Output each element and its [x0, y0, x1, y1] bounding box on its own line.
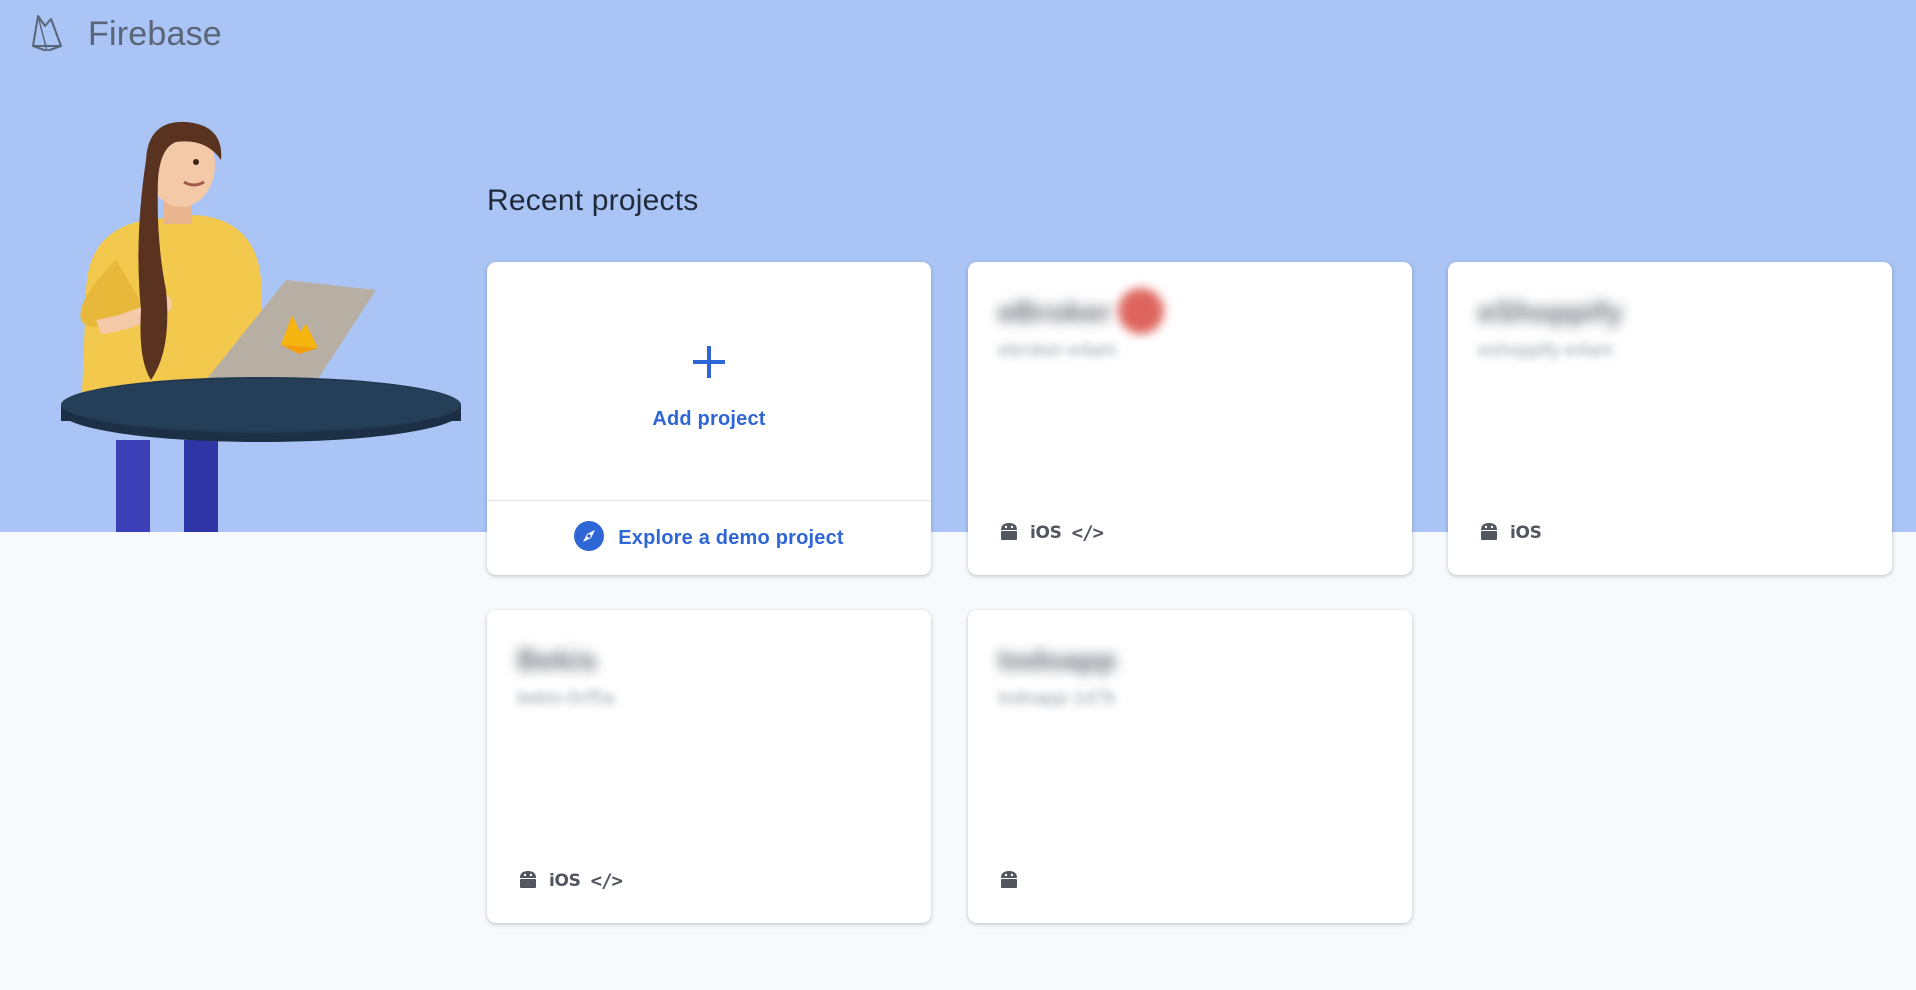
- firebase-logo-icon[interactable]: [30, 13, 64, 56]
- project-card[interactable]: todoapp todoapp-1d7b: [968, 610, 1412, 923]
- add-project-card: Add project Explore a demo project: [487, 262, 931, 575]
- project-id: ebroker-e4am: [998, 340, 1117, 361]
- android-icon: [998, 869, 1020, 894]
- platform-list: iOS </>: [517, 869, 623, 894]
- developer-illustration: [61, 121, 461, 532]
- android-icon: [998, 521, 1020, 546]
- section-title: Recent projects: [487, 184, 699, 217]
- project-badge: [1118, 288, 1164, 334]
- add-project-button[interactable]: Add project: [487, 262, 931, 500]
- platform-list: iOS </>: [998, 521, 1104, 546]
- web-code-icon: </>: [1071, 522, 1104, 544]
- brand-name[interactable]: Firebase: [88, 15, 222, 54]
- plus-icon: [689, 342, 729, 382]
- top-bar: Firebase: [30, 12, 222, 56]
- project-card[interactable]: Bekis bekis-0cf5a iOS </>: [487, 610, 931, 923]
- project-name: eShoppify: [1478, 296, 1624, 329]
- project-id: eshoppify-e4am: [1478, 340, 1614, 361]
- project-name: Bekis: [517, 644, 598, 677]
- ios-icon: iOS: [1510, 523, 1542, 543]
- project-card[interactable]: eShoppify eshoppify-e4am iOS: [1448, 262, 1892, 575]
- explore-demo-project-link[interactable]: Explore a demo project: [487, 501, 931, 575]
- project-card[interactable]: eBroker ebroker-e4am iOS </>: [968, 262, 1412, 575]
- ios-icon: iOS: [549, 871, 581, 891]
- web-code-icon: </>: [590, 870, 623, 892]
- ios-icon: iOS: [1030, 523, 1062, 543]
- project-name: eBroker: [998, 296, 1112, 329]
- project-id: todoapp-1d7b: [998, 688, 1116, 709]
- project-id: bekis-0cf5a: [517, 688, 615, 709]
- explore-demo-project-label: Explore a demo project: [618, 526, 844, 549]
- project-name: todoapp: [998, 644, 1117, 677]
- platform-list: [998, 869, 1020, 893]
- compass-icon: [574, 520, 605, 556]
- platform-list: iOS: [1478, 521, 1542, 545]
- add-project-label: Add project: [652, 407, 766, 430]
- android-icon: [517, 869, 539, 894]
- android-icon: [1478, 521, 1500, 546]
